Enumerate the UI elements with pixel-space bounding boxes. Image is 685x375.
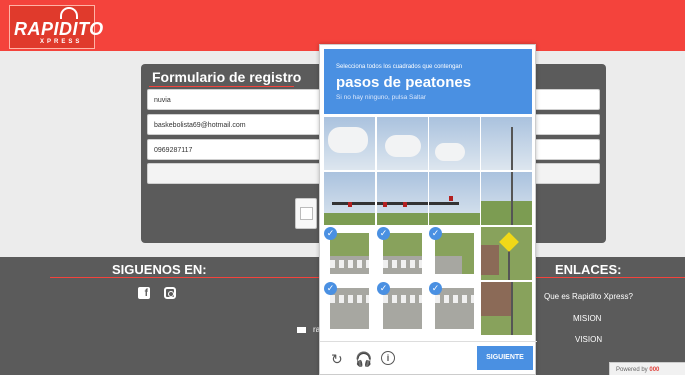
- social-icons: f: [138, 287, 178, 301]
- stopwatch-icon: [60, 7, 78, 19]
- captcha-tile-16[interactable]: [481, 282, 532, 335]
- footer-divider-right: [515, 277, 685, 278]
- mail-icon: [297, 327, 306, 333]
- selected-check-icon: ✓: [429, 227, 442, 240]
- footer-divider-left: [50, 277, 320, 278]
- reload-icon[interactable]: ↻: [331, 352, 343, 366]
- powered-brand: 000: [649, 367, 660, 373]
- captcha-tile-11[interactable]: ✓: [429, 227, 480, 280]
- recaptcha-widget[interactable]: [295, 198, 317, 229]
- captcha-tile-2[interactable]: [377, 117, 428, 170]
- captcha-challenge: Selecciona todos los cuadrados que conte…: [319, 44, 537, 375]
- captcha-tile-13[interactable]: ✓: [324, 282, 375, 335]
- selected-check-icon: ✓: [377, 227, 390, 240]
- selected-check-icon: ✓: [429, 282, 442, 295]
- captcha-header: Selecciona todos los cuadrados que conte…: [324, 49, 532, 114]
- captcha-tile-6[interactable]: [377, 172, 428, 225]
- selected-check-icon: ✓: [377, 282, 390, 295]
- powered-by-badge[interactable]: Powered by 000: [609, 362, 685, 375]
- captcha-tile-14[interactable]: ✓: [377, 282, 428, 335]
- social-heading: SIGUENOS EN:: [112, 262, 207, 277]
- captcha-tile-12[interactable]: [481, 227, 532, 280]
- captcha-tile-4[interactable]: [481, 117, 532, 170]
- link-mision[interactable]: MISION: [573, 314, 601, 323]
- form-title: Formulario de registro: [152, 69, 302, 85]
- captcha-tile-15[interactable]: ✓: [429, 282, 480, 335]
- rapidito-logo[interactable]: RAPIDITO XPRESS: [9, 5, 103, 49]
- selected-check-icon: ✓: [324, 227, 337, 240]
- captcha-tile-9[interactable]: ✓: [324, 227, 375, 280]
- facebook-icon[interactable]: f: [138, 287, 150, 299]
- captcha-tile-1[interactable]: [324, 117, 375, 170]
- logo-subtext: XPRESS: [40, 39, 83, 45]
- captcha-tile-10[interactable]: ✓: [377, 227, 428, 280]
- captcha-footer: ↻ 🎧 i SIGUIENTE: [320, 341, 537, 375]
- title-underline: [149, 86, 294, 87]
- audio-icon[interactable]: 🎧: [355, 352, 372, 366]
- captcha-tile-8[interactable]: [481, 172, 532, 225]
- captcha-hint: Si no hay ninguno, pulsa Saltar: [336, 94, 426, 101]
- links-heading: ENLACES:: [555, 262, 622, 277]
- info-icon[interactable]: i: [381, 351, 395, 365]
- captcha-tile-3[interactable]: [429, 117, 480, 170]
- captcha-tile-5[interactable]: [324, 172, 375, 225]
- link-about[interactable]: Que es Rapidito Xpress?: [544, 292, 633, 301]
- next-button[interactable]: SIGUIENTE: [477, 346, 533, 370]
- captcha-instruction: Selecciona todos los cuadrados que conte…: [336, 64, 463, 70]
- instagram-icon[interactable]: [164, 287, 176, 299]
- link-vision[interactable]: VISION: [575, 335, 602, 344]
- selected-check-icon: ✓: [324, 282, 337, 295]
- recaptcha-checkbox[interactable]: [300, 207, 313, 220]
- captcha-grid: ✓ ✓ ✓ ✓ ✓ ✓: [324, 117, 532, 335]
- captcha-tile-7[interactable]: [429, 172, 480, 225]
- logo-text: RAPIDITO: [14, 19, 104, 39]
- powered-by-text: Powered by: [616, 367, 648, 373]
- captcha-target: pasos de peatones: [336, 74, 472, 91]
